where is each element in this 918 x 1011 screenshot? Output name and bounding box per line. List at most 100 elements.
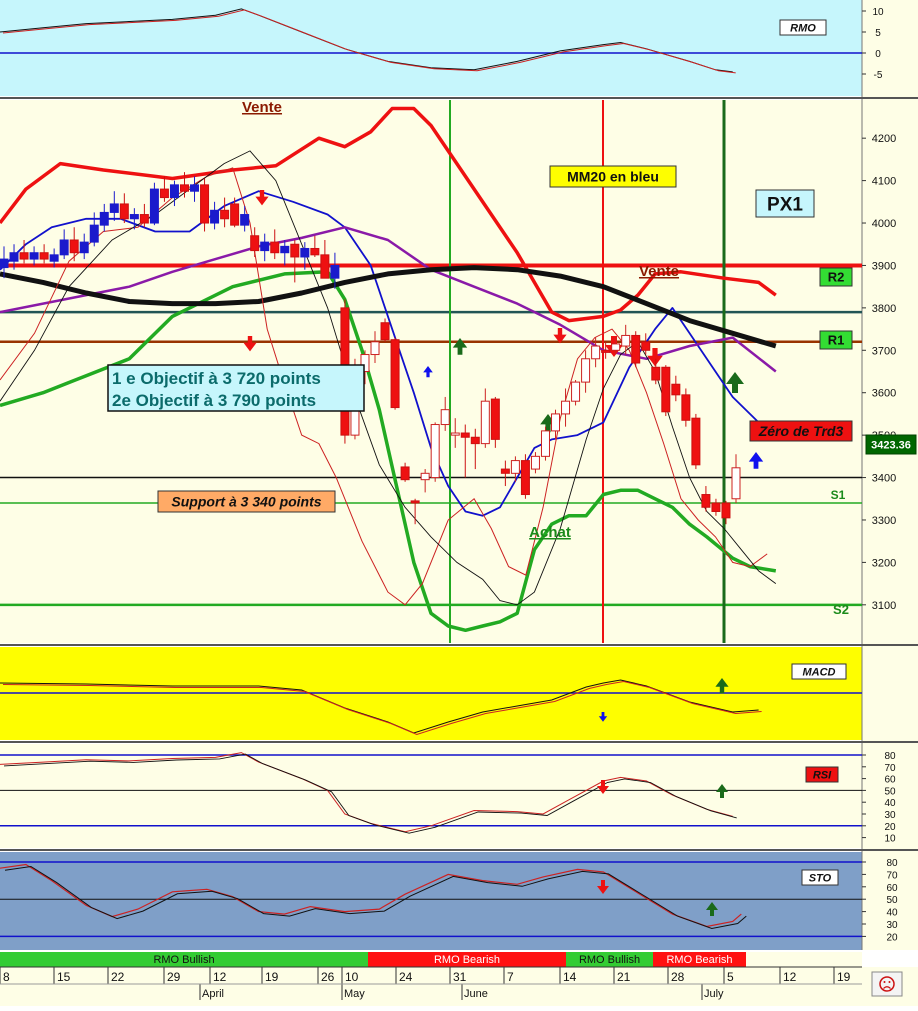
candle-body [370, 341, 380, 356]
candle-body [691, 417, 701, 466]
candle-body [470, 436, 480, 445]
px1-label: PX1 [767, 194, 803, 215]
chart-window: 4200410040003900380037003600350034003300… [0, 0, 918, 1006]
price-tick-label: 3600 [872, 388, 896, 400]
candle-body [480, 400, 490, 445]
candle-body [330, 264, 340, 279]
sad-face-eye [888, 981, 891, 983]
candle-body [510, 460, 520, 474]
candle-body [561, 400, 571, 415]
candle-body [551, 413, 561, 432]
rsi-tick-label: 50 [884, 786, 896, 797]
sto-tick-label: 40 [886, 908, 898, 919]
rmo-panel-label: RMO [790, 22, 816, 34]
candle-body [591, 345, 601, 360]
px1-label-group: PX1 [755, 189, 815, 218]
candle-body [119, 203, 129, 220]
price-tick-label: 4200 [872, 133, 896, 145]
candle-body [290, 243, 300, 258]
current-price-label: 3423.36 [871, 439, 911, 451]
date-tick-label: 28 [671, 970, 685, 984]
candle-body [79, 241, 89, 254]
price-tick-label: 3200 [872, 557, 896, 569]
candle-body [230, 203, 240, 226]
date-tick-label: 10 [345, 970, 359, 984]
date-tick-label: 14 [563, 970, 577, 984]
candle-body [159, 188, 169, 199]
technical-chart: 4200410040003900380037003600350034003300… [0, 0, 918, 1006]
rsi-tick-label: 10 [884, 834, 896, 845]
r1-label: R1 [828, 333, 845, 348]
candle-body [129, 214, 139, 220]
macd-panel-label: MACD [803, 666, 836, 678]
candle-body [169, 184, 179, 199]
candle-body [631, 334, 641, 364]
rsi-panel-label-group: RSI [805, 766, 839, 783]
rsi-tick-label: 30 [884, 810, 896, 821]
date-tick-label: 19 [265, 970, 279, 984]
vente-label: Vente [242, 99, 282, 116]
candle-body [280, 245, 290, 254]
sto-panel-label-group: STO [801, 869, 839, 886]
candle-body [99, 211, 109, 226]
candle-body [0, 258, 9, 269]
objectives-group: 1 e Objectif à 3 720 points 2e Objectif à… [107, 364, 365, 412]
rsi-panel-label: RSI [813, 769, 832, 781]
mm20-label-group: MM20 en bleu [549, 165, 677, 188]
status-icon-group[interactable] [871, 971, 903, 997]
candle-body [59, 239, 69, 256]
current-price-label-group: 3423.36 [865, 434, 917, 455]
rmo-state-label: RMO Bearish [666, 954, 732, 966]
rmo-panel [0, 0, 862, 96]
rmo-panel-label-group: RMO [779, 19, 827, 36]
sto-tick-label: 70 [886, 870, 898, 881]
candle-body [240, 214, 250, 226]
candle-body [179, 184, 189, 192]
date-tick-label: 31 [453, 970, 467, 984]
rsi-tick-label: 40 [884, 798, 896, 809]
candle-body [711, 502, 721, 512]
candle-body [520, 460, 530, 496]
sto-tick-label: 20 [886, 932, 898, 943]
sto-tick-label: 50 [886, 895, 898, 906]
candle-body [390, 339, 400, 409]
support-label-group: Support à 3 340 points [157, 490, 336, 513]
candle-body [69, 239, 79, 254]
date-tick-label: 5 [727, 970, 734, 984]
price-tick-label: 3900 [872, 260, 896, 272]
objectif-2-text: 2e Objectif à 3 790 points [112, 391, 316, 410]
month-label: April [202, 988, 224, 1000]
candle-body [681, 394, 691, 421]
price-tick-label: 3100 [872, 600, 896, 612]
candle-body [9, 252, 19, 262]
rmo-tick-label: 0 [875, 49, 881, 60]
rsi-tick-label: 70 [884, 763, 896, 774]
r2-label: R2 [828, 270, 845, 285]
candle-body [701, 494, 711, 508]
date-tick-label: 12 [783, 970, 797, 984]
candle-body [460, 432, 470, 438]
price-tick-label: 3700 [872, 345, 896, 357]
sto-panel [0, 852, 862, 950]
candle-body [89, 224, 99, 243]
candle-body [641, 341, 651, 351]
rmo-tick-label: -5 [874, 70, 883, 81]
candle-body [310, 247, 320, 256]
r1-label-group: R1 [819, 330, 853, 350]
rsi-tick-label: 60 [884, 775, 896, 786]
achat-label: Achat [529, 524, 571, 541]
status-button[interactable] [871, 971, 903, 997]
date-tick-label: 22 [111, 970, 125, 984]
rsi-tick-label: 80 [884, 751, 896, 762]
date-tick-label: 24 [399, 970, 413, 984]
candle-body [490, 398, 500, 440]
candle-body [621, 334, 631, 347]
date-tick-label: 15 [57, 970, 71, 984]
zero-trd3-label-group: Zéro de Trd3 [749, 420, 853, 442]
candle-body [109, 203, 119, 213]
date-tick-label: 26 [321, 970, 335, 984]
price-tick-label: 3400 [872, 473, 896, 485]
candle-body [220, 209, 230, 220]
candle-body [450, 432, 460, 436]
month-label: June [464, 988, 488, 1000]
